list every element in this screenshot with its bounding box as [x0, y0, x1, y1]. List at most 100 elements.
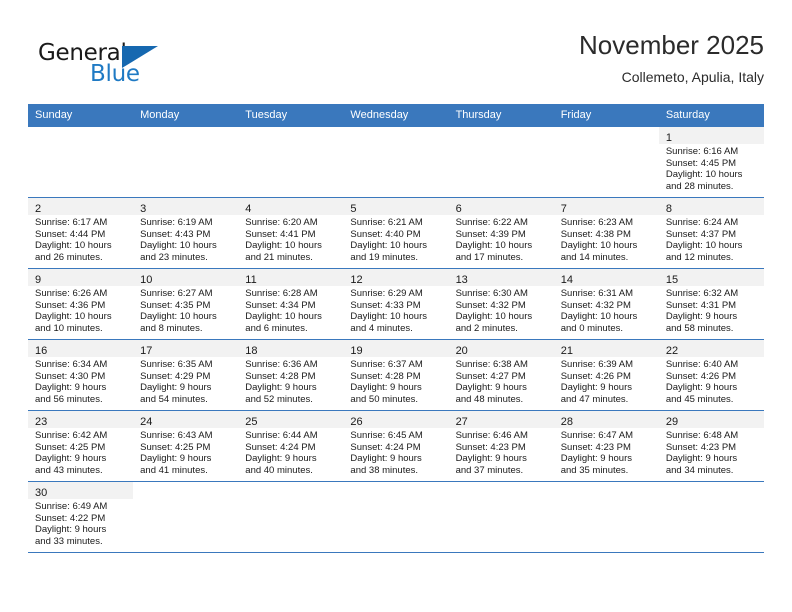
day-sunset-text: Sunset: 4:35 PM [140, 299, 211, 311]
calendar-cell-day-22[interactable]: 22 Sunrise: 6:40 AM Sunset: 4:26 PM Dayligh… [658, 339, 764, 411]
day-cell[interactable]: 27 Sunrise: 6:46 AM Sunset: 4:23 PM Dayligh… [448, 411, 554, 481]
day-number: 10 [140, 274, 153, 286]
page-subtitle: Collemeto, Apulia, Italy [621, 69, 764, 85]
day-cell[interactable]: 25 Sunrise: 6:44 AM Sunset: 4:24 PM Dayligh… [238, 411, 344, 481]
day-cell[interactable]: 5 Sunrise: 6:21 AM Sunset: 4:40 PM Daylight… [343, 198, 449, 268]
day-cell[interactable]: 9 Sunrise: 6:26 AM Sunset: 4:36 PM Daylight… [28, 269, 134, 339]
day-number: 7 [560, 203, 567, 215]
calendar-cell-day-27[interactable]: 27 Sunrise: 6:46 AM Sunset: 4:23 PM Dayligh… [448, 410, 554, 482]
day-cell[interactable]: 22 Sunrise: 6:40 AM Sunset: 4:26 PM Dayligh… [658, 340, 764, 410]
day-cell[interactable]: 10 Sunrise: 6:27 AM Sunset: 4:35 PM Dayligh… [133, 269, 239, 339]
day-cell[interactable]: 6 Sunrise: 6:22 AM Sunset: 4:39 PM Daylight… [448, 198, 554, 268]
day-details: Sunrise: 6:20 AM Sunset: 4:41 PM Daylight:… [238, 215, 343, 263]
day-cell[interactable]: 21 Sunrise: 6:39 AM Sunset: 4:26 PM Dayligh… [553, 340, 659, 410]
day-number-bar: 23 [28, 411, 134, 428]
weekday-header-wednesday: Wednesday [343, 104, 449, 127]
calendar-cell-day-26[interactable]: 26 Sunrise: 6:45 AM Sunset: 4:24 PM Dayligh… [343, 410, 449, 482]
day-cell[interactable]: 11 Sunrise: 6:28 AM Sunset: 4:34 PM Dayligh… [238, 269, 344, 339]
day-cell[interactable]: 13 Sunrise: 6:30 AM Sunset: 4:32 PM Dayligh… [448, 269, 554, 339]
day-daylight-line1-text: Daylight: 9 hours [245, 382, 317, 394]
day-cell[interactable]: 23 Sunrise: 6:42 AM Sunset: 4:25 PM Dayligh… [28, 411, 134, 481]
day-cell[interactable]: 7 Sunrise: 6:23 AM Sunset: 4:38 PM Daylight… [553, 198, 659, 268]
calendar-cell-day-11[interactable]: 11 Sunrise: 6:28 AM Sunset: 4:34 PM Dayligh… [238, 268, 344, 340]
calendar-cell-day-6[interactable]: 6 Sunrise: 6:22 AM Sunset: 4:39 PM Daylight… [448, 197, 554, 269]
day-number: 16 [35, 345, 48, 357]
calendar-cell-day-24[interactable]: 24 Sunrise: 6:43 AM Sunset: 4:25 PM Dayligh… [133, 410, 239, 482]
day-cell[interactable]: 30 Sunrise: 6:49 AM Sunset: 4:22 PM Dayligh… [28, 482, 134, 552]
calendar-header-row: Sunday Monday Tuesday Wednesday Thursday Frid… [28, 104, 764, 127]
day-number: 30 [35, 487, 48, 499]
calendar-cell-day-19[interactable]: 19 Sunrise: 6:37 AM Sunset: 4:28 PM Dayligh… [343, 339, 449, 411]
day-daylight-line2-text: and 33 minutes. [35, 535, 103, 547]
weekday-header-saturday: Saturday [658, 104, 764, 127]
day-cell[interactable]: 28 Sunrise: 6:47 AM Sunset: 4:23 PM Dayligh… [553, 411, 659, 481]
calendar-cell-day-12[interactable]: 12 Sunrise: 6:29 AM Sunset: 4:33 PM Dayligh… [343, 268, 449, 340]
day-daylight-line2-text: and 56 minutes. [35, 393, 103, 405]
day-cell[interactable]: 4 Sunrise: 6:20 AM Sunset: 4:41 PM Daylight… [238, 198, 344, 268]
day-number-bar: 18 [238, 340, 344, 357]
day-daylight-line2-text: and 28 minutes. [665, 180, 734, 192]
general-blue-logo[interactable]: General Blue [38, 34, 228, 94]
calendar-cell-day-17[interactable]: 17 Sunrise: 6:35 AM Sunset: 4:29 PM Dayligh… [133, 339, 239, 411]
calendar-week-row: 16 Sunrise: 6:34 AM Sunset: 4:30 PM Dayligh… [28, 339, 764, 411]
day-cell[interactable]: 26 Sunrise: 6:45 AM Sunset: 4:24 PM Dayligh… [343, 411, 449, 481]
day-number: 15 [665, 274, 679, 286]
calendar-cell-day-5[interactable]: 5 Sunrise: 6:21 AM Sunset: 4:40 PM Daylight… [343, 197, 449, 269]
calendar-cell-day-23[interactable]: 23 Sunrise: 6:42 AM Sunset: 4:25 PM Dayligh… [28, 410, 134, 482]
day-cell[interactable]: 17 Sunrise: 6:35 AM Sunset: 4:29 PM Dayligh… [133, 340, 239, 410]
day-cell[interactable]: 12 Sunrise: 6:29 AM Sunset: 4:33 PM Dayligh… [343, 269, 449, 339]
day-number: 9 [35, 274, 42, 286]
day-cell[interactable]: 1 Sunrise: 6:16 AM Sunset: 4:45 PM Daylight… [658, 127, 764, 197]
day-sunrise-text: Sunrise: 6:46 AM [455, 430, 528, 441]
calendar-cell-day-20[interactable]: 20 Sunrise: 6:38 AM Sunset: 4:27 PM Dayligh… [448, 339, 554, 411]
day-details: Sunrise: 6:39 AM Sunset: 4:26 PM Daylight:… [554, 357, 659, 405]
calendar-cell-day-13[interactable]: 13 Sunrise: 6:30 AM Sunset: 4:32 PM Dayligh… [448, 268, 554, 340]
day-cell[interactable]: 18 Sunrise: 6:36 AM Sunset: 4:28 PM Dayligh… [238, 340, 344, 410]
day-number: 19 [350, 345, 363, 357]
calendar-week-row: 23 Sunrise: 6:42 AM Sunset: 4:25 PM Dayligh… [28, 410, 764, 482]
day-sunset-text: Sunset: 4:23 PM [455, 441, 526, 453]
calendar-cell-day-10[interactable]: 10 Sunrise: 6:27 AM Sunset: 4:35 PM Dayligh… [133, 268, 239, 340]
calendar-cell-day-29[interactable]: 29 Sunrise: 6:48 AM Sunset: 4:23 PM Dayligh… [658, 410, 764, 482]
day-cell[interactable]: 29 Sunrise: 6:48 AM Sunset: 4:23 PM Dayligh… [658, 411, 764, 481]
day-cell[interactable]: 2 Sunrise: 6:17 AM Sunset: 4:44 PM Daylight… [28, 198, 134, 268]
day-number-bar: 17 [133, 340, 239, 357]
day-number-bar: 26 [343, 411, 449, 428]
day-cell[interactable]: 24 Sunrise: 6:43 AM Sunset: 4:25 PM Dayligh… [133, 411, 239, 481]
calendar-cell-day-16[interactable]: 16 Sunrise: 6:34 AM Sunset: 4:30 PM Dayligh… [28, 339, 134, 411]
day-sunset-text: Sunset: 4:26 PM [665, 370, 737, 382]
calendar-cell-day-2[interactable]: 2 Sunrise: 6:17 AM Sunset: 4:44 PM Daylight… [28, 197, 134, 269]
calendar-cell-day-7[interactable]: 7 Sunrise: 6:23 AM Sunset: 4:38 PM Daylight… [553, 197, 659, 269]
day-sunset-text: Sunset: 4:38 PM [560, 228, 631, 240]
day-cell[interactable]: 19 Sunrise: 6:37 AM Sunset: 4:28 PM Dayligh… [343, 340, 449, 410]
day-number: 27 [455, 416, 468, 428]
calendar-cell-day-4[interactable]: 4 Sunrise: 6:20 AM Sunset: 4:41 PM Daylight… [238, 197, 344, 269]
day-cell[interactable]: 3 Sunrise: 6:19 AM Sunset: 4:43 PM Daylight… [133, 198, 239, 268]
day-daylight-line1-text: Daylight: 9 hours [35, 524, 107, 536]
day-details: Sunrise: 6:16 AM Sunset: 4:45 PM Daylight:… [659, 144, 764, 192]
calendar-cell-day-25[interactable]: 25 Sunrise: 6:44 AM Sunset: 4:24 PM Dayligh… [238, 410, 344, 482]
calendar-cell-day-1[interactable]: 1 Sunrise: 6:16 AM Sunset: 4:45 PM Daylight… [658, 126, 764, 198]
day-details: Sunrise: 6:28 AM Sunset: 4:34 PM Daylight:… [238, 286, 343, 334]
day-cell[interactable]: 14 Sunrise: 6:31 AM Sunset: 4:32 PM Dayligh… [553, 269, 659, 339]
calendar-cell-day-8[interactable]: 8 Sunrise: 6:24 AM Sunset: 4:37 PM Daylight… [658, 197, 764, 269]
day-cell[interactable]: 15 Sunrise: 6:32 AM Sunset: 4:31 PM Dayligh… [658, 269, 764, 339]
day-cell[interactable]: 16 Sunrise: 6:34 AM Sunset: 4:30 PM Dayligh… [28, 340, 134, 410]
calendar-cell-day-28[interactable]: 28 Sunrise: 6:47 AM Sunset: 4:23 PM Dayligh… [553, 410, 659, 482]
day-daylight-line2-text: and 19 minutes. [350, 251, 419, 263]
calendar-cell-empty [343, 126, 449, 198]
calendar-cell-day-21[interactable]: 21 Sunrise: 6:39 AM Sunset: 4:26 PM Dayligh… [553, 339, 659, 411]
calendar-cell-day-30[interactable]: 30 Sunrise: 6:49 AM Sunset: 4:22 PM Dayligh… [28, 481, 134, 553]
day-number: 26 [350, 416, 363, 428]
calendar-cell-empty [553, 126, 659, 198]
calendar-cell-day-14[interactable]: 14 Sunrise: 6:31 AM Sunset: 4:32 PM Dayligh… [553, 268, 659, 340]
calendar-cell-day-9[interactable]: 9 Sunrise: 6:26 AM Sunset: 4:36 PM Daylight… [28, 268, 134, 340]
day-daylight-line2-text: and 58 minutes. [665, 322, 734, 334]
day-number: 25 [245, 416, 258, 428]
calendar-cell-day-15[interactable]: 15 Sunrise: 6:32 AM Sunset: 4:31 PM Dayligh… [658, 268, 764, 340]
day-daylight-line2-text: and 38 minutes. [350, 464, 419, 476]
day-cell[interactable]: 8 Sunrise: 6:24 AM Sunset: 4:37 PM Daylight… [658, 198, 764, 268]
calendar-cell-day-3[interactable]: 3 Sunrise: 6:19 AM Sunset: 4:43 PM Daylight… [133, 197, 239, 269]
day-cell[interactable]: 20 Sunrise: 6:38 AM Sunset: 4:27 PM Dayligh… [448, 340, 554, 410]
calendar-cell-day-18[interactable]: 18 Sunrise: 6:36 AM Sunset: 4:28 PM Dayligh… [238, 339, 344, 411]
